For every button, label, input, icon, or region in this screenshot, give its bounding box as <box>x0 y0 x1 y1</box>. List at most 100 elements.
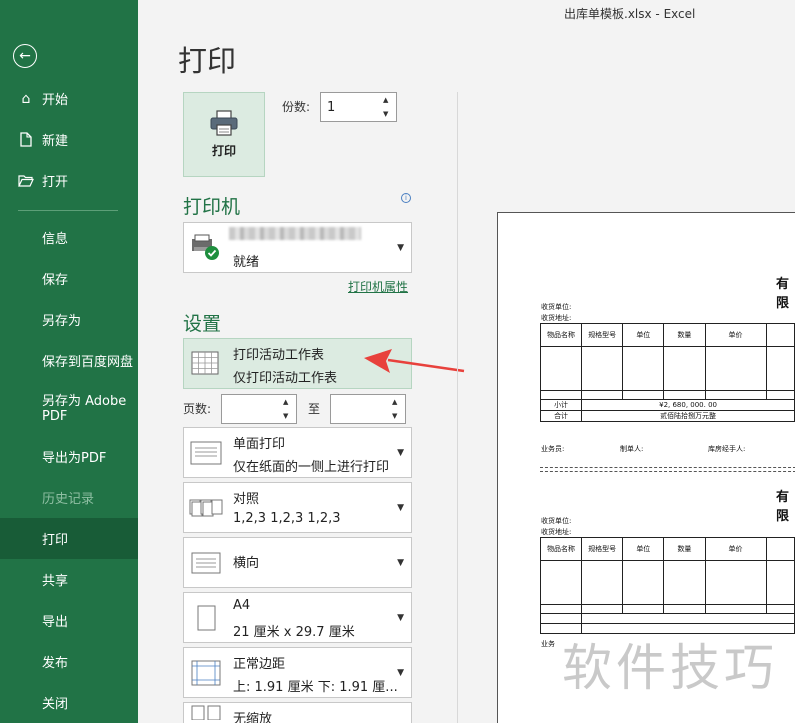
print-sides-dropdown[interactable]: 单面打印 仅在纸面的一侧上进行打印 ▼ <box>183 427 412 478</box>
preview-header-cell: 物品名称 <box>539 537 583 561</box>
preview-warehouse: 库房经手人: <box>708 445 746 453</box>
print-scope-title: 打印活动工作表 <box>233 348 325 363</box>
pages-to-label: 至 <box>308 402 321 416</box>
preview-title-1: 有限 <box>776 277 790 311</box>
backstage-sidebar: ← ⌂ 开始 新建 打开 信息 保存 另存为 保存到百度网盘 另存为 Adobe… <box>0 0 138 723</box>
print-button-label: 打印 <box>211 144 236 158</box>
sidebar-item-publish[interactable]: 发布 <box>0 641 138 682</box>
page-break-line <box>540 467 795 468</box>
preview-header-cell: 单价 <box>704 537 767 561</box>
preview-subtotal-value: ¥2, 680, 000. 00 <box>581 399 795 411</box>
preview-receiver-unit-2: 收货单位: <box>541 517 572 525</box>
paper-size-dropdown[interactable]: A4 21 厘米 x 29.7 厘米 ▼ <box>183 592 412 643</box>
scaling-title: 无缩放 <box>233 712 273 723</box>
print-sides-title: 单面打印 <box>233 437 286 452</box>
settings-heading: 设置 <box>183 313 222 335</box>
pages-from-spinner[interactable]: ▲ ▼ <box>283 397 293 421</box>
sidebar-item-history: 历史记录 <box>42 492 95 507</box>
pages-from-input[interactable]: ▲ ▼ <box>221 394 297 424</box>
excel-backstage: ← ⌂ 开始 新建 打开 信息 保存 另存为 保存到百度网盘 另存为 Adobe… <box>0 0 795 723</box>
spin-down-icon[interactable]: ▼ <box>383 109 393 119</box>
printer-ready-icon <box>188 233 224 263</box>
sidebar-item-share[interactable]: 共享 <box>0 559 138 600</box>
landscape-icon <box>188 548 224 578</box>
chevron-down-icon: ▼ <box>397 242 404 253</box>
one-sided-page-icon <box>188 438 224 468</box>
preview-salesman: 业务员: <box>541 445 565 453</box>
page-break-line <box>540 471 795 472</box>
chevron-down-icon: ▼ <box>397 447 404 458</box>
preview-header-cell: 规格型号 <box>581 323 624 347</box>
sidebar-item-save-baidu[interactable]: 保存到百度网盘 <box>0 340 138 381</box>
preview-header-cell: 数量 <box>663 323 706 347</box>
orientation-dropdown[interactable]: 横向 ▼ <box>183 537 412 588</box>
page-title: 打印 <box>178 44 237 78</box>
preview-header-cell: 单位 <box>622 537 665 561</box>
spin-up-icon[interactable]: ▲ <box>283 397 293 407</box>
spin-up-icon[interactable]: ▲ <box>383 95 393 105</box>
preview-total-value: 贰佰陆拾捌万元整 <box>581 410 795 422</box>
window-title: 出库单模板.xlsx - Excel <box>564 7 696 21</box>
preview-table-1: 物品名称 规格型号 单位 数量 单价 小计 ¥2, 680, 000. 00 合… <box>539 323 795 422</box>
pages-label: 页数: <box>183 402 212 416</box>
paper-size-title: A4 <box>233 598 251 613</box>
spin-down-icon[interactable]: ▼ <box>283 411 293 421</box>
preview-maker: 制单人: <box>620 445 644 453</box>
copies-spinner[interactable]: ▲ ▼ <box>383 95 393 119</box>
preview-title-2: 有限 <box>776 490 790 524</box>
preview-table-2: 物品名称 规格型号 单位 数量 单价 <box>539 537 795 634</box>
preview-receiver-addr-2: 收货地址: <box>541 528 572 536</box>
pages-to-input[interactable]: ▲ ▼ <box>330 394 406 424</box>
preview-total-label: 合计 <box>539 410 583 422</box>
sidebar-item-new[interactable]: 新建 <box>0 119 138 160</box>
sidebar-item-close[interactable]: 关闭 <box>0 682 138 723</box>
print-scope-desc: 仅打印活动工作表 <box>233 371 338 386</box>
preview-header-cell: 单位 <box>622 323 665 347</box>
back-arrow-icon[interactable]: ← <box>13 44 37 68</box>
sidebar-divider <box>18 210 118 211</box>
chevron-down-icon: ▼ <box>397 612 404 623</box>
pages-to-spinner[interactable]: ▲ ▼ <box>392 397 402 421</box>
copies-value: 1 <box>327 99 336 115</box>
chevron-down-icon: ▼ <box>397 667 404 678</box>
margins-desc: 上: 1.91 厘米 下: 1.91 厘... <box>233 680 398 695</box>
margins-dropdown[interactable]: 正常边距 上: 1.91 厘米 下: 1.91 厘... ▼ <box>183 647 412 698</box>
scaling-dropdown[interactable]: 无缩放 <box>183 702 412 723</box>
sidebar-item-info[interactable]: 信息 <box>0 217 138 258</box>
sidebar-item-open[interactable]: 打开 <box>0 160 138 201</box>
print-button[interactable]: 打印 <box>183 92 265 177</box>
preview-header-cell: 单价 <box>704 323 767 347</box>
sidebar-item-save-adobe-pdf[interactable]: 另存为 Adobe PDF <box>0 386 138 432</box>
home-icon: ⌂ <box>21 90 31 107</box>
panel-divider <box>457 92 458 723</box>
collation-dropdown[interactable]: 对照 1,2,3 1,2,3 1,2,3 ▼ <box>183 482 412 533</box>
preview-subtotal-label: 小计 <box>539 399 583 411</box>
spin-up-icon[interactable]: ▲ <box>392 397 402 407</box>
printer-icon <box>209 110 239 136</box>
paper-size-desc: 21 厘米 x 29.7 厘米 <box>233 625 355 640</box>
sidebar-item-save-as[interactable]: 另存为 <box>0 299 138 340</box>
sidebar-item-export[interactable]: 导出 <box>0 600 138 641</box>
copies-input[interactable]: 1 ▲ ▼ <box>320 92 397 122</box>
preview-header-cell: 数量 <box>663 537 706 561</box>
new-file-icon <box>18 132 34 147</box>
printer-properties-link[interactable]: 打印机属性 <box>348 278 408 295</box>
worksheet-grid-icon <box>188 349 224 379</box>
chevron-down-icon: ▼ <box>397 557 404 568</box>
sidebar-item-home[interactable]: ⌂ 开始 <box>0 78 138 119</box>
sidebar-item-print[interactable]: 打印 <box>0 518 138 559</box>
print-sides-desc: 仅在纸面的一侧上进行打印 <box>233 460 390 475</box>
copies-label: 份数: <box>282 100 311 114</box>
watermark-text: 软件技巧 <box>562 639 778 697</box>
collation-title: 对照 <box>233 492 260 507</box>
margins-title: 正常边距 <box>233 657 286 672</box>
preview-header-cell: 物品名称 <box>539 323 583 347</box>
sidebar-item-export-pdf[interactable]: 导出为PDF <box>0 436 138 477</box>
orientation-title: 横向 <box>233 556 260 571</box>
margins-icon <box>188 658 224 688</box>
red-arrow-annotation <box>364 349 465 373</box>
info-icon[interactable]: i <box>401 193 411 203</box>
collated-pages-icon <box>188 493 224 523</box>
sidebar-item-save[interactable]: 保存 <box>0 258 138 299</box>
spin-down-icon[interactable]: ▼ <box>392 411 402 421</box>
